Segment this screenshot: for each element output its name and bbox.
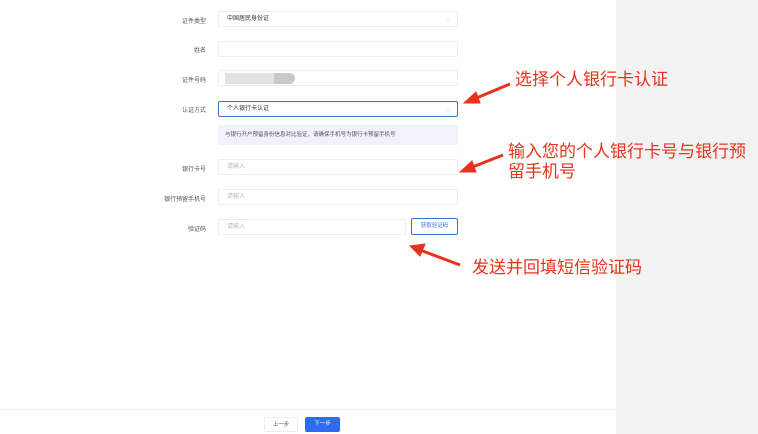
arrow-icon xyxy=(408,82,511,267)
footer-divider xyxy=(0,409,616,410)
next-button[interactable]: 下一步 xyxy=(305,417,340,432)
arrows xyxy=(408,82,511,267)
prev-button[interactable]: 上一步 xyxy=(264,417,298,432)
